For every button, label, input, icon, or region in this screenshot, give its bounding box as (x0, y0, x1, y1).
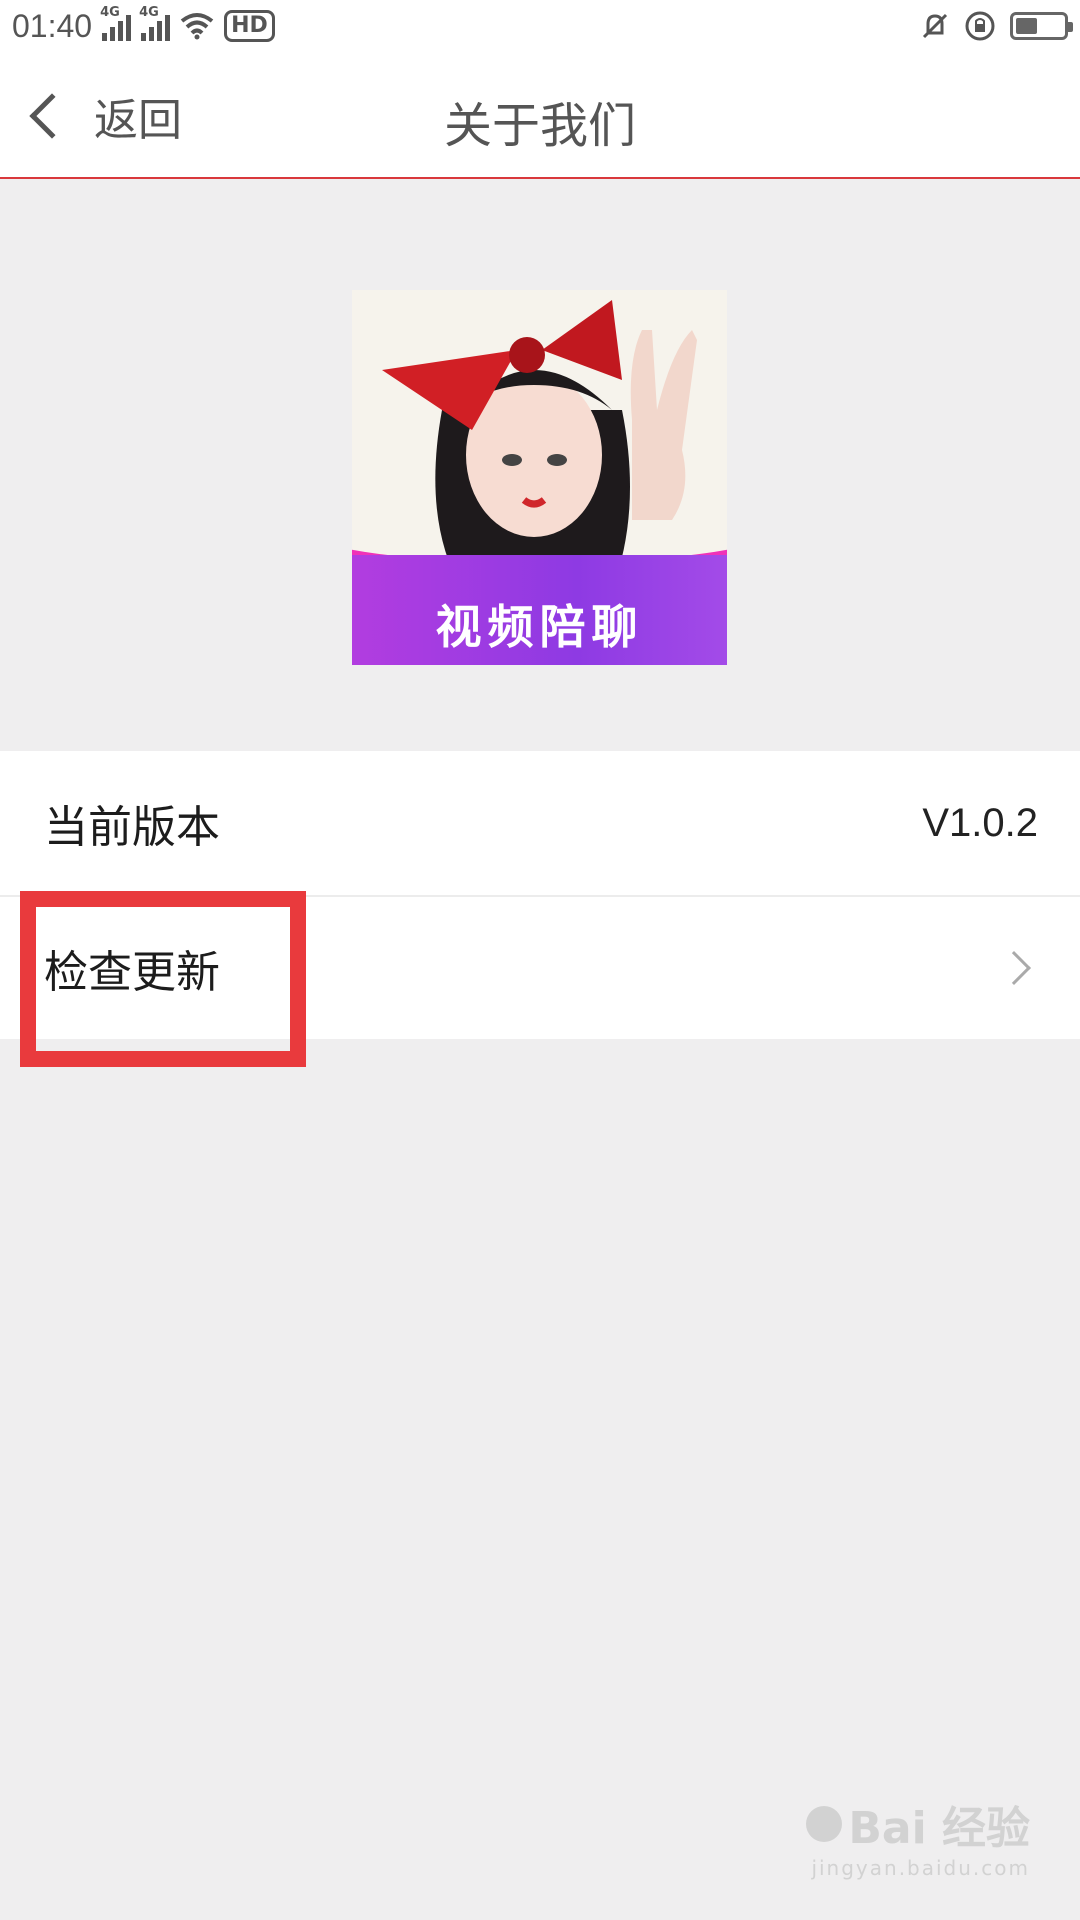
version-row: 当前版本 V1.0.2 (0, 751, 1080, 895)
version-value: V1.0.2 (922, 800, 1038, 845)
network-tag: 4G (139, 5, 159, 20)
watermark-main-text: Bai 经验 (848, 1803, 1030, 1854)
check-update-row[interactable]: 检查更新 (0, 895, 1080, 1039)
check-update-label: 检查更新 (44, 947, 220, 998)
version-label: 当前版本 (44, 802, 220, 853)
status-bar: 01:40 4G 4G HD (0, 0, 1080, 52)
watermark-sub: jingyan.baidu.com (811, 1856, 1030, 1880)
nav-bar: 返回 关于我们 (0, 52, 1080, 179)
hd-icon: HD (224, 10, 275, 42)
app-logo: 视频陪聊 (352, 290, 727, 665)
wifi-icon (180, 13, 214, 40)
battery-fill (1016, 18, 1037, 34)
rotation-lock-icon (965, 11, 995, 41)
signal-icon: 4G (139, 5, 171, 41)
mute-icon (922, 13, 948, 39)
page-title: 关于我们 (443, 98, 636, 154)
signal-icon: 4G (100, 5, 132, 41)
settings-list: 当前版本 V1.0.2 检查更新 (0, 751, 1080, 1039)
logo-text: 视频陪聊 (435, 600, 644, 654)
battery-icon (1010, 12, 1073, 40)
paw-icon (806, 1806, 843, 1842)
network-tag: 4G (100, 5, 120, 20)
status-time: 01:40 (12, 7, 93, 44)
watermark-main: Bai 经验 (806, 1792, 1030, 1856)
watermark: Bai 经验 jingyan.baidu.com (806, 1792, 1030, 1880)
chevron-right-icon (997, 951, 1031, 985)
